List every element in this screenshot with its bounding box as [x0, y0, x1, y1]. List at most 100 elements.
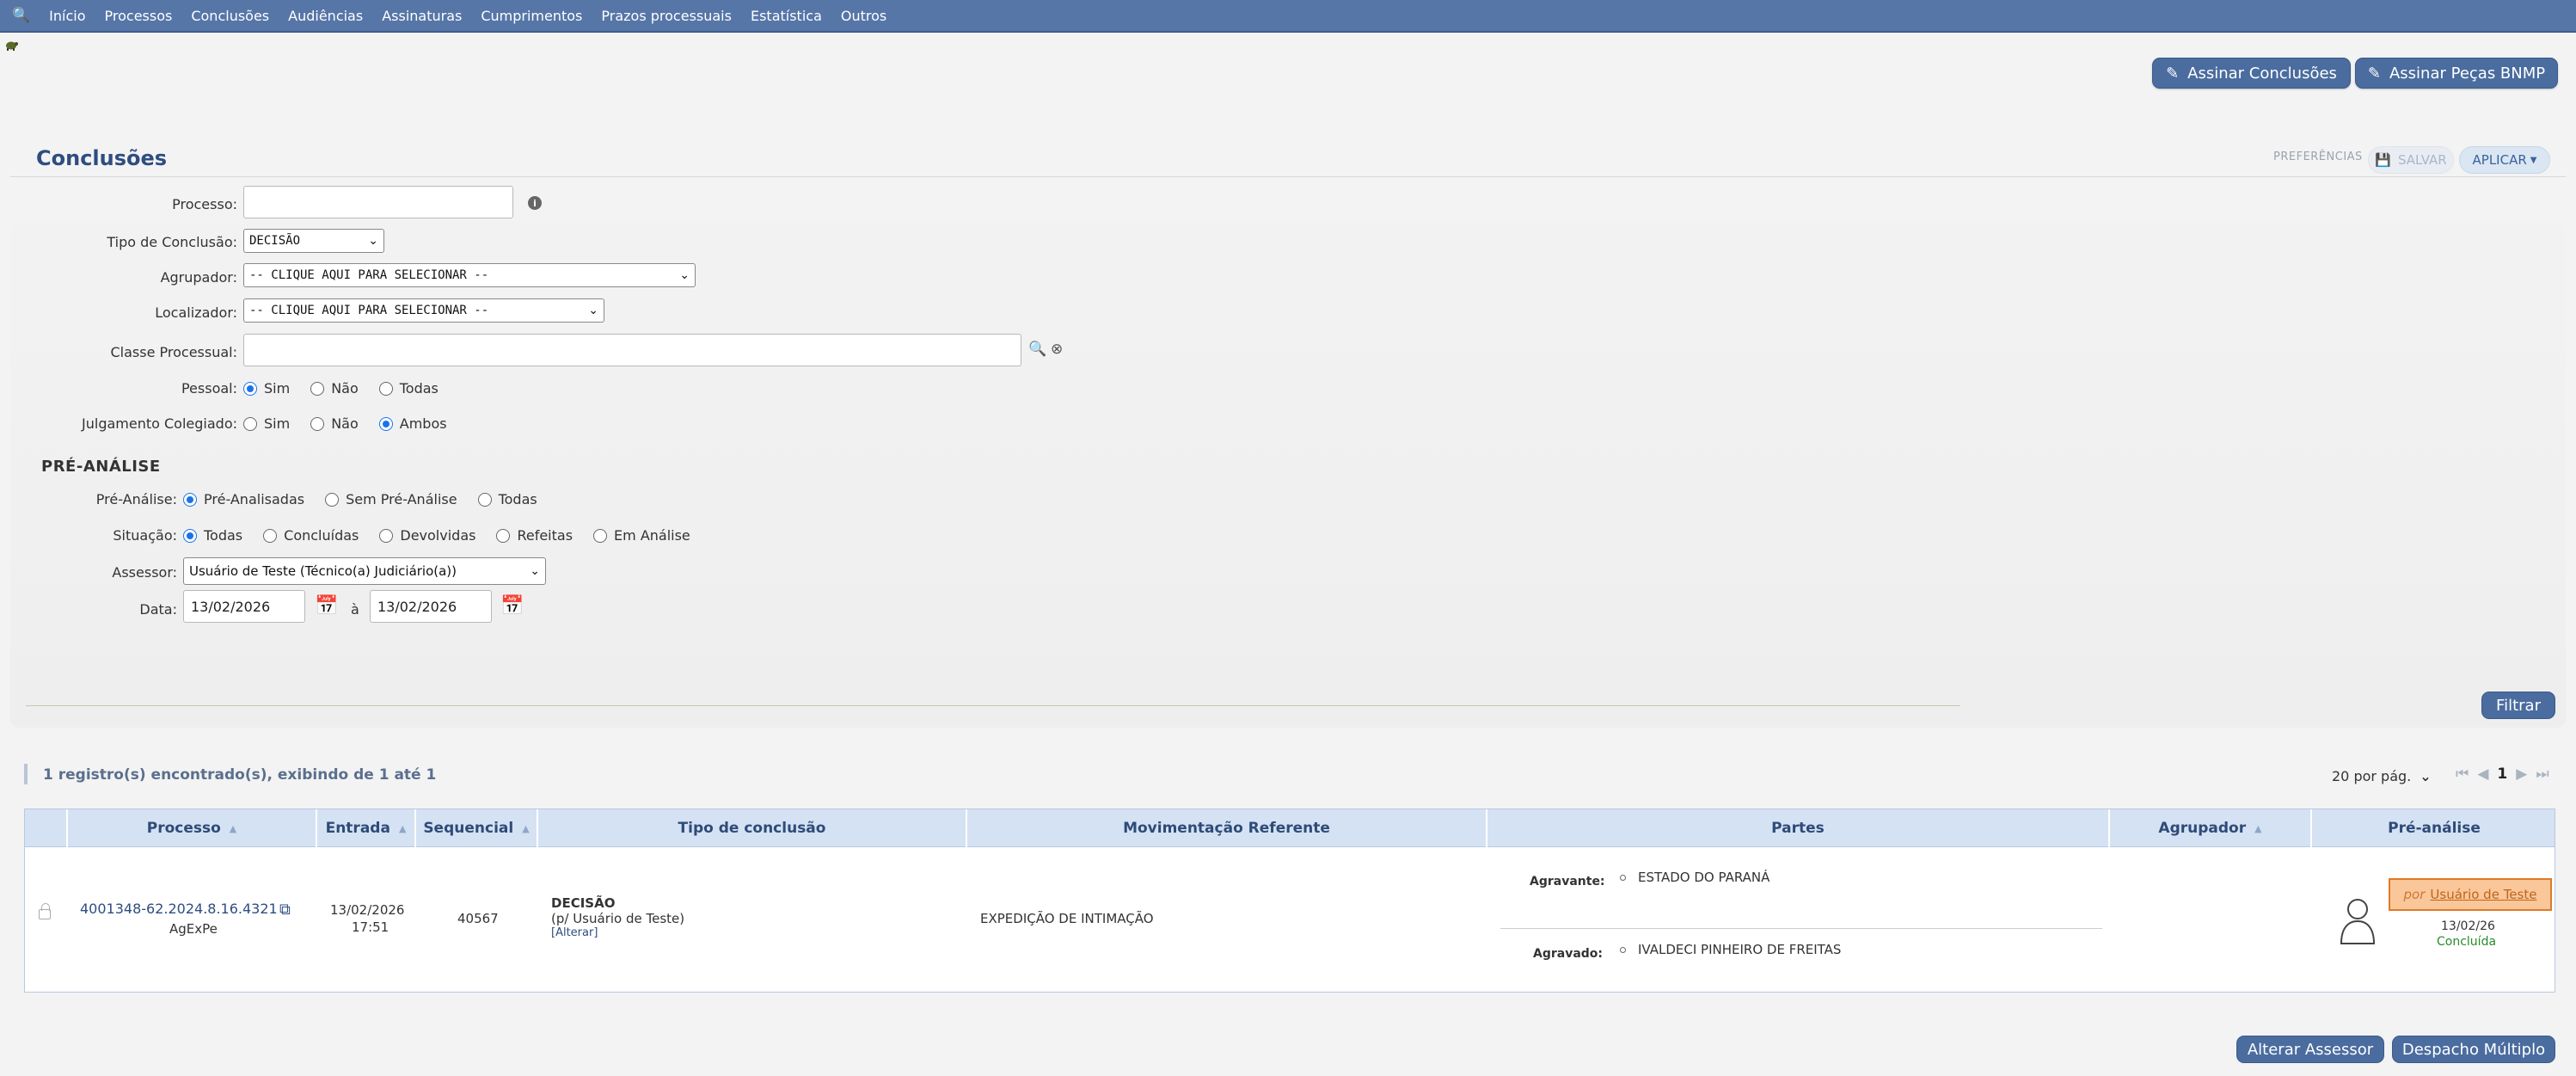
first-page-icon[interactable]: ⏮ [2456, 765, 2469, 783]
parte2-label: Agravado: [1533, 947, 1604, 961]
radio-label: Todas [204, 527, 243, 544]
radio-label: Devolvidas [400, 527, 476, 544]
assinar-pecas-button[interactable]: ✎ Assinar Peças BNMP [2355, 58, 2558, 89]
parte2-nome: IVALDECI PINHEIRO DE FREITAS [1638, 942, 1842, 957]
julgamento-sim-radio[interactable]: Sim [243, 415, 290, 432]
header-partes: Partes [1487, 809, 2110, 847]
processo-input[interactable] [243, 186, 513, 218]
page-title: Conclusões [36, 146, 168, 170]
per-page-value: 20 por pág. [2332, 768, 2412, 784]
chevron-down-icon: ⌄ [679, 268, 690, 282]
bullet-icon [1620, 875, 1626, 881]
nav-prazos[interactable]: Prazos processuais [601, 8, 732, 24]
situacao-devolvidas-radio[interactable]: Devolvidas [379, 527, 475, 544]
radio-label: Em Análise [614, 527, 690, 544]
movimentacao-value: EXPEDIÇÃO DE INTIMAÇÃO [980, 911, 1154, 926]
situacao-concluidas-radio[interactable]: Concluídas [263, 527, 359, 544]
pessoal-todas-radio[interactable]: Todas [378, 380, 439, 397]
pessoal-nao-radio[interactable]: Não [310, 380, 359, 397]
radio-indicator [379, 528, 394, 543]
nav-assinaturas[interactable]: Assinaturas [382, 8, 462, 24]
search-icon[interactable]: 🔍 [12, 7, 30, 24]
preferences-label: PREFERÊNCIAS [2273, 151, 2363, 163]
radio-indicator [310, 381, 325, 396]
radio-indicator [378, 381, 393, 396]
save-icon: 💾 [2375, 152, 2391, 168]
pessoal-sim-radio[interactable]: Sim [243, 380, 290, 397]
localizador-select[interactable]: -- CLIQUE AQUI PARA SELECIONAR -- ⌄ [243, 298, 604, 323]
despacho-multiplo-button[interactable]: Despacho Múltiplo [2392, 1036, 2555, 1063]
nav-processos[interactable]: Processos [105, 8, 173, 24]
julgamento-nao-radio[interactable]: Não [310, 415, 359, 432]
header-sequencial[interactable]: Sequencial ▲ [416, 809, 538, 847]
filter-panel: Processo: i Tipo de Conclusão: DECISÃO ⌄… [10, 177, 2566, 728]
nav-conclusoes[interactable]: Conclusões [191, 8, 269, 24]
sort-icon: ▲ [522, 822, 530, 834]
last-page-icon[interactable]: ⏭ [2536, 765, 2548, 783]
nav-cumprimentos[interactable]: Cumprimentos [481, 8, 582, 24]
search-icon[interactable]: 🔍 [1028, 341, 1046, 358]
data-to-input[interactable]: 13/02/2026 [370, 590, 492, 623]
pre-todas-radio[interactable]: Todas [477, 491, 537, 507]
data-label: Data: [139, 601, 177, 618]
info-icon[interactable]: i [528, 196, 542, 210]
sem-pre-analise-radio[interactable]: Sem Pré-Análise [325, 491, 457, 507]
aplicar-button[interactable]: APLICAR ▼ [2459, 146, 2550, 174]
header-label: Sequencial [423, 820, 514, 837]
radio-indicator [183, 528, 197, 543]
clear-icon[interactable]: ⊗ [1051, 341, 1063, 358]
alterar-link[interactable]: [Alterar] [551, 926, 598, 939]
radio-label: Sim [264, 415, 291, 432]
pre-usuario-link[interactable]: Usuário de Teste [2430, 887, 2536, 902]
pre-data: 13/02/26 [2441, 919, 2495, 933]
agrupador-select[interactable]: -- CLIQUE AQUI PARA SELECIONAR -- ⌄ [243, 263, 696, 287]
next-page-icon[interactable]: ▶ [2516, 765, 2527, 783]
classe-processual-input[interactable] [243, 334, 1021, 366]
assinar-conclusoes-label: Assinar Conclusões [2187, 64, 2337, 83]
pre-analisadas-radio[interactable]: Pré-Analisadas [183, 491, 304, 507]
assinar-conclusoes-button[interactable]: ✎ Assinar Conclusões [2152, 58, 2351, 89]
situacao-refeitas-radio[interactable]: Refeitas [496, 527, 573, 544]
header-label: Processo [146, 820, 221, 837]
processo-link[interactable]: 4001348-62.2024.8.16.4321 [80, 901, 278, 917]
situacao-em-analise-radio[interactable]: Em Análise [593, 527, 690, 544]
bullet-icon [1620, 947, 1626, 953]
partes-divider [1500, 928, 2102, 929]
pre-analise-badge[interactable]: por Usuário de Teste [2389, 878, 2552, 911]
header-entrada[interactable]: Entrada ▲ [317, 809, 416, 847]
alterar-assessor-button[interactable]: Alterar Assessor [2236, 1036, 2384, 1063]
parte2-item: IVALDECI PINHEIRO DE FREITAS [1620, 942, 1841, 957]
chevron-down-icon: ⌄ [2420, 768, 2432, 784]
nav-estatistica[interactable]: Estatística [751, 8, 822, 24]
calendar-icon[interactable]: 📅 [500, 595, 524, 617]
tipo-conclusao-label: Tipo de Conclusão: [107, 234, 237, 250]
radio-indicator [378, 416, 393, 431]
calendar-icon[interactable]: 📅 [315, 595, 338, 617]
header-processo[interactable]: Processo ▲ [68, 809, 317, 847]
tipo-conclusao-value: DECISÃO [249, 234, 301, 248]
prev-page-icon[interactable]: ◀ [2477, 765, 2488, 783]
nav-audiencias[interactable]: Audiências [288, 8, 363, 24]
table-header: Processo ▲ Entrada ▲ Sequencial ▲ Tipo de c… [25, 809, 2555, 847]
data-from-input[interactable]: 13/02/2026 [183, 590, 305, 623]
situacao-todas-radio[interactable]: Todas [183, 527, 242, 544]
salvar-label: SALVAR [2397, 152, 2447, 168]
salvar-button[interactable]: 💾 SALVAR [2368, 146, 2454, 174]
assessor-select[interactable]: Usuário de Teste (Técnico(a) Judiciário(… [183, 557, 546, 585]
chevron-down-icon: ⌄ [530, 564, 540, 578]
copy-icon[interactable]: ⧉ [279, 901, 291, 919]
assinar-pecas-label: Assinar Peças BNMP [2389, 64, 2546, 83]
parte1-item: ESTADO DO PARANÁ [1620, 870, 1769, 885]
tipo-conclusao-select[interactable]: DECISÃO ⌄ [243, 229, 384, 253]
radio-label: Todas [399, 380, 439, 397]
nav-inicio[interactable]: Início [49, 8, 85, 24]
aplicar-label: APLICAR [2472, 152, 2527, 168]
chevron-down-icon: ⌄ [368, 234, 378, 248]
turtle-icon [6, 41, 18, 51]
per-page-select[interactable]: 20 por pág. ⌄ [2332, 768, 2432, 784]
filtrar-button[interactable]: Filtrar [2481, 692, 2555, 719]
nav-outros[interactable]: Outros [841, 8, 886, 24]
current-page[interactable]: 1 [2497, 765, 2507, 783]
julgamento-ambos-radio[interactable]: Ambos [378, 415, 447, 432]
header-agrupador[interactable]: Agrupador ▲ [2110, 809, 2312, 847]
